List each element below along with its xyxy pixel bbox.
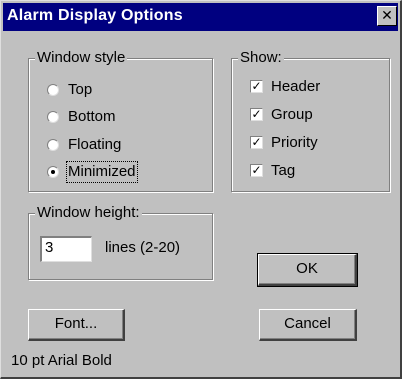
- show-group-label: Show:: [238, 49, 284, 67]
- ok-button[interactable]: OK: [257, 253, 358, 287]
- title-bar[interactable]: Alarm Display Options ✕: [3, 3, 398, 31]
- checkbox-tag-label: Tag: [271, 162, 296, 179]
- window-height-input[interactable]: 3: [40, 236, 92, 262]
- radio-minimized-label: Minimized: [66, 161, 138, 183]
- radio-top-label: Top: [68, 81, 93, 98]
- font-info-label: 10 pt Arial Bold: [11, 352, 112, 369]
- radio-dot-icon: [51, 170, 55, 174]
- radio-bottom-label: Bottom: [68, 108, 116, 125]
- checkmark-icon: ✓: [250, 163, 263, 177]
- checkmark-icon: ✓: [250, 79, 263, 93]
- window-height-group: Window height: 3 lines (2-20): [28, 204, 213, 280]
- checkbox-header-label: Header: [271, 78, 321, 95]
- cancel-button[interactable]: Cancel: [259, 309, 357, 341]
- radio-icon: [47, 111, 59, 123]
- show-group: Show: ✓ Header ✓ Group ✓ Priority ✓ Tag: [231, 49, 390, 192]
- radio-selected-icon: [47, 166, 59, 178]
- dialog-title: Alarm Display Options: [7, 7, 183, 24]
- checkbox-group-label: Group: [271, 106, 313, 123]
- window-height-group-label: Window height:: [35, 204, 142, 222]
- window-style-group-label: Window style: [35, 49, 128, 67]
- radio-icon: [47, 139, 59, 151]
- font-button[interactable]: Font...: [28, 309, 125, 341]
- radio-icon: [47, 84, 59, 96]
- radio-floating-label: Floating: [68, 136, 122, 153]
- checkbox-priority-label: Priority: [271, 134, 318, 151]
- checkmark-icon: ✓: [250, 107, 263, 121]
- close-icon[interactable]: ✕: [377, 6, 397, 26]
- checkmark-icon: ✓: [250, 135, 263, 149]
- window-style-group: Window style Top Bottom Floating Minimiz…: [28, 49, 213, 192]
- window-height-suffix: lines (2-20): [105, 239, 181, 256]
- alarm-display-options-dialog: Alarm Display Options ✕ Window style Top…: [0, 0, 402, 379]
